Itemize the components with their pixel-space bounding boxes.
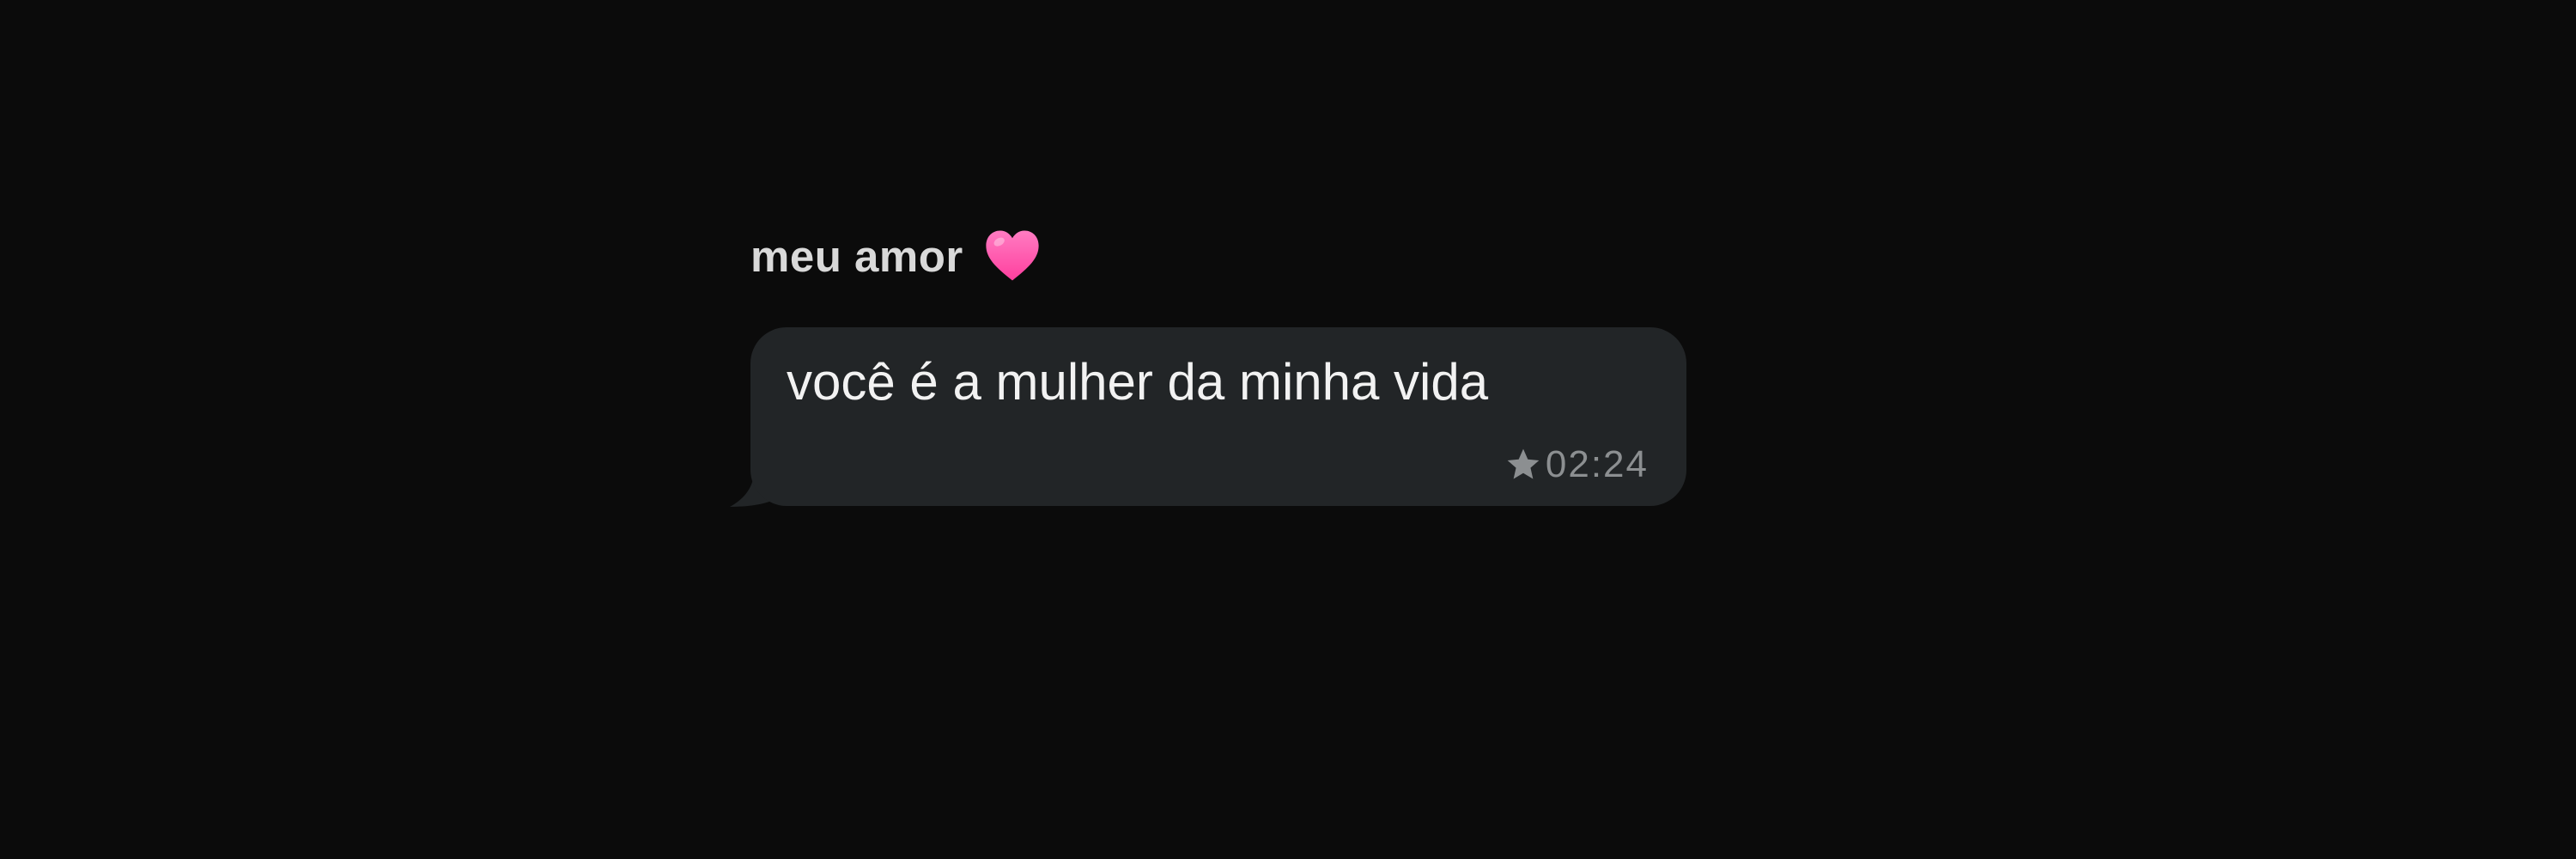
chat-area: meu amor você é a mulher da minha vida 0…	[0, 0, 2576, 859]
pink-heart-icon	[982, 226, 1042, 286]
message-text: você é a mulher da minha vida	[787, 353, 1489, 411]
message-meta: 02:24	[1504, 446, 1649, 484]
sender-header: meu amor	[750, 222, 1042, 290]
message-bubble[interactable]: você é a mulher da minha vida 02:24	[750, 327, 1686, 506]
message-time: 02:24	[1545, 443, 1649, 485]
star-icon	[1504, 446, 1542, 484]
sender-name[interactable]: meu amor	[750, 235, 963, 278]
